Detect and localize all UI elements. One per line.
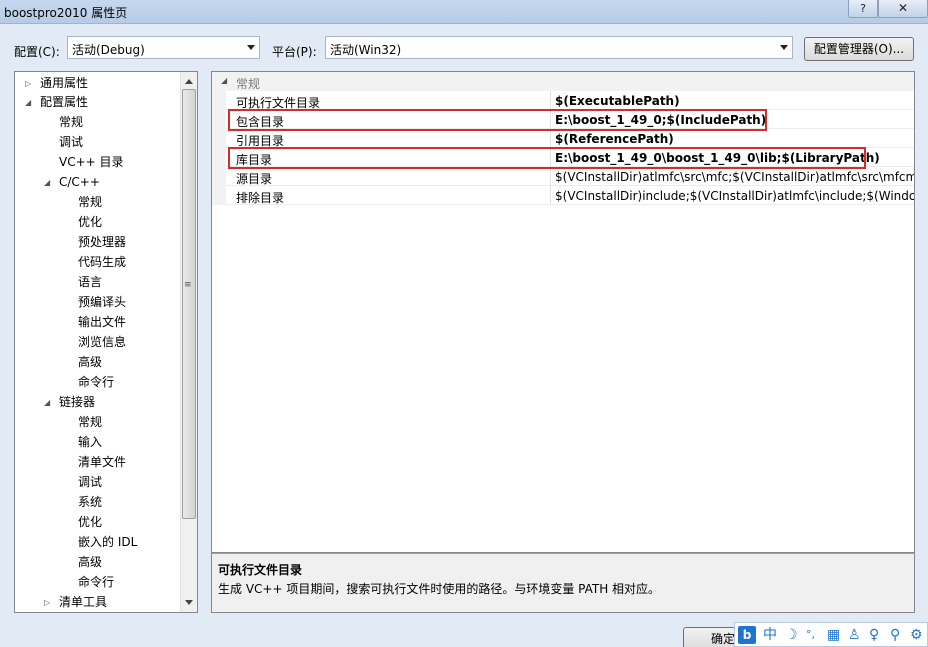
property-name: 源目录 <box>236 172 273 186</box>
tree-item-linker[interactable]: ◢ 链接器 <box>40 393 95 412</box>
property-value[interactable]: $(ReferencePath) <box>555 132 674 146</box>
tree-item-linker-advanced[interactable]: 高级 <box>78 553 102 572</box>
collapse-icon[interactable]: ◢ <box>25 93 35 112</box>
chevron-down-icon <box>247 45 255 50</box>
config-manager-button[interactable]: 配置管理器(O)... <box>804 37 914 61</box>
property-tree: ▷ 通用属性 ◢ 配置属性 常规 调试 VC++ 目录 ◢ C/C++ 常规 优化 预… <box>14 71 198 613</box>
tree-item-linker-command-line[interactable]: 命令行 <box>78 573 114 592</box>
tree-item-cpp-browse-info[interactable]: 浏览信息 <box>78 333 126 352</box>
config-value: 活动(Debug) <box>72 43 145 57</box>
tree-item-cpp[interactable]: ◢ C/C++ <box>40 173 100 192</box>
scroll-down-icon[interactable] <box>185 600 193 605</box>
window-title: boostpro2010 属性页 <box>4 6 128 20</box>
grid-section-general[interactable]: ◢ 常规 <box>212 72 914 91</box>
tree-item-config-properties[interactable]: ◢ 配置属性 <box>21 93 88 112</box>
tree-item-linker-embedded-idl[interactable]: 嵌入的 IDL <box>78 533 137 552</box>
config-toolbar: 配置(C): 活动(Debug) 平台(P): 活动(Win32) 配置管理器(… <box>0 24 928 70</box>
property-row-reference-dirs[interactable]: 引用目录 $(ReferencePath) <box>212 129 914 148</box>
tree-item-cpp-output-files[interactable]: 输出文件 <box>78 313 126 332</box>
expand-icon[interactable]: ▷ <box>25 74 35 93</box>
tree-item-linker-debugging[interactable]: 调试 <box>78 473 102 492</box>
ime-logo-icon[interactable]: b <box>738 626 756 644</box>
library-dirs-highlight <box>228 147 866 169</box>
tree-item-cpp-language[interactable]: 语言 <box>78 273 102 292</box>
tree-item-cpp-command-line[interactable]: 命令行 <box>78 373 114 392</box>
tree-item-cpp-optimization[interactable]: 优化 <box>78 213 102 232</box>
collapse-icon[interactable]: ◢ <box>44 393 54 412</box>
skin-icon[interactable]: ♙ <box>848 626 861 644</box>
grip-icon: ≡ <box>184 280 192 290</box>
config-dropdown[interactable]: 活动(Debug) <box>67 36 260 59</box>
tree-item-debugging[interactable]: 调试 <box>59 133 83 152</box>
collapse-icon[interactable]: ◢ <box>221 76 227 85</box>
config-label: 配置(C): <box>14 45 60 59</box>
tree-scrollbar[interactable]: ≡ <box>180 72 197 612</box>
tree-item-linker-optimization[interactable]: 优化 <box>78 513 102 532</box>
section-label: 常规 <box>236 77 261 91</box>
tree-item-cpp-pch[interactable]: 预编译头 <box>78 293 126 312</box>
tree-item-linker-input[interactable]: 输入 <box>78 433 102 452</box>
description-text: 生成 VC++ 项目期间，搜索可执行文件时使用的路径。与环境变量 PATH 相对… <box>218 582 661 596</box>
expand-icon[interactable]: ▷ <box>44 593 54 612</box>
language-mode-icon[interactable]: 中 <box>763 626 777 644</box>
property-row-exclude-dirs[interactable]: 排除目录 $(VCInstallDir)include;$(VCInstallD… <box>212 186 914 205</box>
platform-label: 平台(P): <box>272 45 317 59</box>
tree-item-cpp-advanced[interactable]: 高级 <box>78 353 102 372</box>
property-row-source-dirs[interactable]: 源目录 $(VCInstallDir)atlmfc\src\mfc;$(VCIn… <box>212 167 914 186</box>
tree-item-cpp-preprocessor[interactable]: 预处理器 <box>78 233 126 252</box>
tree-item-common-properties[interactable]: ▷ 通用属性 <box>21 74 88 93</box>
platform-dropdown[interactable]: 活动(Win32) <box>325 36 793 59</box>
settings-icon[interactable]: ⚙ <box>910 626 923 644</box>
tree-item-cpp-codegen[interactable]: 代码生成 <box>78 253 126 272</box>
property-grid: ◢ 常规 可执行文件目录 $(ExecutablePath) 包含目录 E:\b… <box>211 71 915 553</box>
tree-item-cpp-general[interactable]: 常规 <box>78 193 102 212</box>
punctuation-icon[interactable]: °, <box>806 626 815 644</box>
search-icon[interactable]: ⚲ <box>890 626 900 644</box>
property-value[interactable]: $(ExecutablePath) <box>555 94 680 108</box>
include-dirs-highlight <box>228 109 767 131</box>
property-row-executable-dirs[interactable]: 可执行文件目录 $(ExecutablePath) <box>212 91 914 110</box>
keyboard-icon[interactable]: ▦ <box>827 626 840 644</box>
scroll-thumb[interactable] <box>182 89 196 519</box>
tree-item-linker-manifest[interactable]: 清单文件 <box>78 453 126 472</box>
moon-icon[interactable]: ☽ <box>785 626 798 644</box>
ime-toolbar: b 中 ☽ °, ▦ ♙ ♀ ⚲ ⚙ <box>734 622 928 647</box>
description-title: 可执行文件目录 <box>218 563 303 577</box>
tree-item-manifest-tool[interactable]: ▷ 清单工具 <box>40 593 107 612</box>
property-pages-window: boostpro2010 属性页 ? ✕ 配置(C): 活动(Debug) 平台… <box>0 0 928 647</box>
property-value[interactable]: $(VCInstallDir)include;$(VCInstallDir)at… <box>555 189 914 203</box>
title-bar: boostpro2010 属性页 ? ✕ <box>0 0 928 24</box>
chevron-down-icon <box>780 45 788 50</box>
tree-item-linker-system[interactable]: 系统 <box>78 493 102 512</box>
user-icon[interactable]: ♀ <box>869 626 879 644</box>
help-button[interactable]: ? <box>848 0 878 18</box>
collapse-icon[interactable]: ◢ <box>44 173 54 192</box>
tree-item-vc-directories[interactable]: VC++ 目录 <box>59 153 124 172</box>
property-value[interactable]: $(VCInstallDir)atlmfc\src\mfc;$(VCInstal… <box>555 170 914 184</box>
close-button[interactable]: ✕ <box>878 0 928 18</box>
property-name: 排除目录 <box>236 191 285 205</box>
tree-item-general[interactable]: 常规 <box>59 113 83 132</box>
tree-item-linker-general[interactable]: 常规 <box>78 413 102 432</box>
description-panel: 可执行文件目录 生成 VC++ 项目期间，搜索可执行文件时使用的路径。与环境变量… <box>211 553 915 613</box>
platform-value: 活动(Win32) <box>330 43 402 57</box>
scroll-up-icon[interactable] <box>185 79 193 84</box>
